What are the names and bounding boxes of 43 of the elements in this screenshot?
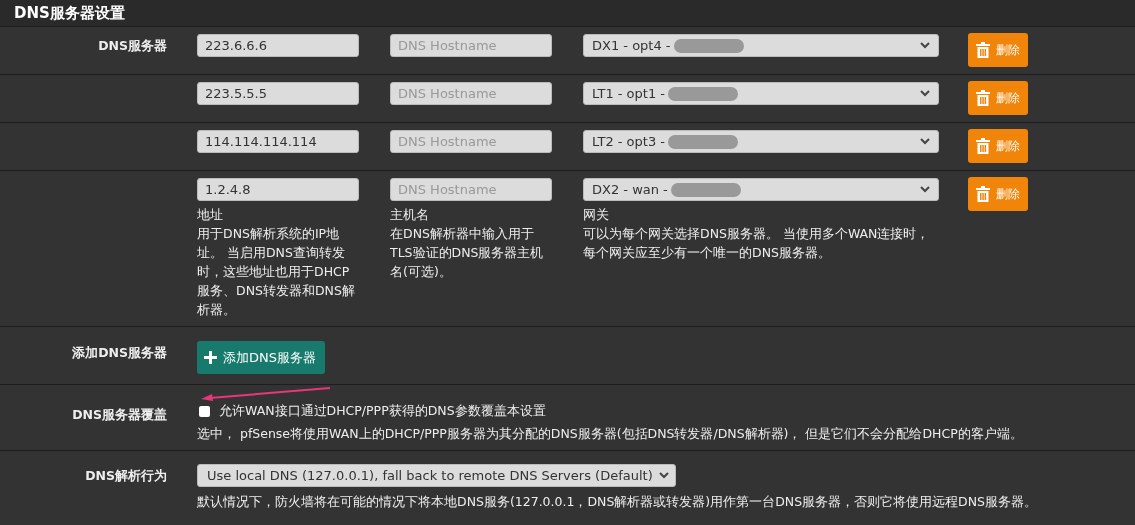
- trash-icon: [976, 90, 990, 106]
- address-field[interactable]: 1.2.4.8: [197, 178, 359, 201]
- gateway-dropdown[interactable]: LT1 - opt1 -: [583, 82, 939, 105]
- plus-icon: [204, 351, 217, 364]
- redaction-mark: [670, 182, 741, 197]
- resolution-dropdown[interactable]: Use local DNS (127.0.0.1), fall back to remote DNS Servers (Default): [197, 464, 676, 487]
- section-title: DNS服务器设置: [14, 3, 125, 23]
- help-text: 在DNS解析器中输入用于TLS验证的DNS服务器主机名(可选)。: [390, 225, 545, 281]
- gateway-dropdown[interactable]: DX1 - opt4 -: [583, 34, 939, 57]
- add-server-button[interactable]: 添加DNS服务器: [197, 341, 325, 374]
- checkbox[interactable]: [199, 406, 210, 417]
- caret-icon: [658, 472, 669, 479]
- field-label: DNS解析行为: [85, 468, 167, 483]
- help-title: 网关: [583, 206, 610, 224]
- field-label: DNS服务器: [98, 38, 167, 53]
- hostname-field[interactable]: DNS Hostname: [390, 34, 552, 57]
- caret-icon: [920, 138, 930, 145]
- caret-icon: [920, 186, 930, 193]
- help-text: 选中， pfSense将使用WAN上的DHCP/PPP服务器为其分配的DNS服务器(包括DNS转发器/DNS解析器)， 但是它们不会分配给DHCP的客户端。: [197, 425, 1023, 443]
- hostname-field[interactable]: DNS Hostname: [390, 82, 552, 105]
- address-field[interactable]: 223.5.5.5: [197, 82, 359, 105]
- field-label: 添加DNS服务器: [72, 345, 167, 360]
- checkbox-label: 允许WAN接口通过DHCP/PPP获得的DNS参数覆盖本设置: [219, 403, 546, 420]
- gateway-dropdown[interactable]: LT2 - opt3 -: [583, 130, 939, 153]
- redaction-mark: [673, 38, 744, 53]
- help-title: 地址: [197, 206, 224, 224]
- trash-icon: [976, 138, 990, 154]
- address-field[interactable]: 114.114.114.114: [197, 130, 359, 153]
- help-text: 默认情况下，防火墙将在可能的情况下将本地DNS服务(127.0.0.1，DNS解析器或转发器)用作第一台DNS服务器，否则它将使用远程DNS服务器。: [197, 493, 1038, 511]
- redaction-mark: [668, 86, 739, 101]
- help-text: 可以为每个网关选择DNS服务器。 当使用多个WAN连接时，每个网关应至少有一个唯一的DNS服务器。: [583, 225, 931, 262]
- gateway-dropdown[interactable]: DX2 - wan -: [583, 178, 939, 201]
- hostname-field[interactable]: DNS Hostname: [390, 130, 552, 153]
- field-label: DNS服务器覆盖: [72, 407, 167, 422]
- trash-icon: [976, 186, 990, 202]
- caret-icon: [920, 42, 930, 49]
- trash-icon: [976, 42, 990, 58]
- hostname-field[interactable]: DNS Hostname: [390, 178, 552, 201]
- caret-icon: [920, 90, 930, 97]
- redaction-mark: [668, 134, 739, 149]
- address-field[interactable]: 223.6.6.6: [197, 34, 359, 57]
- help-text: 用于DNS解析系统的IP地址。 当启用DNS查询转发时，这些地址也用于DHCP服务、DNS转发器和DNS解析器。: [197, 225, 356, 319]
- help-title: 主机名: [390, 206, 430, 224]
